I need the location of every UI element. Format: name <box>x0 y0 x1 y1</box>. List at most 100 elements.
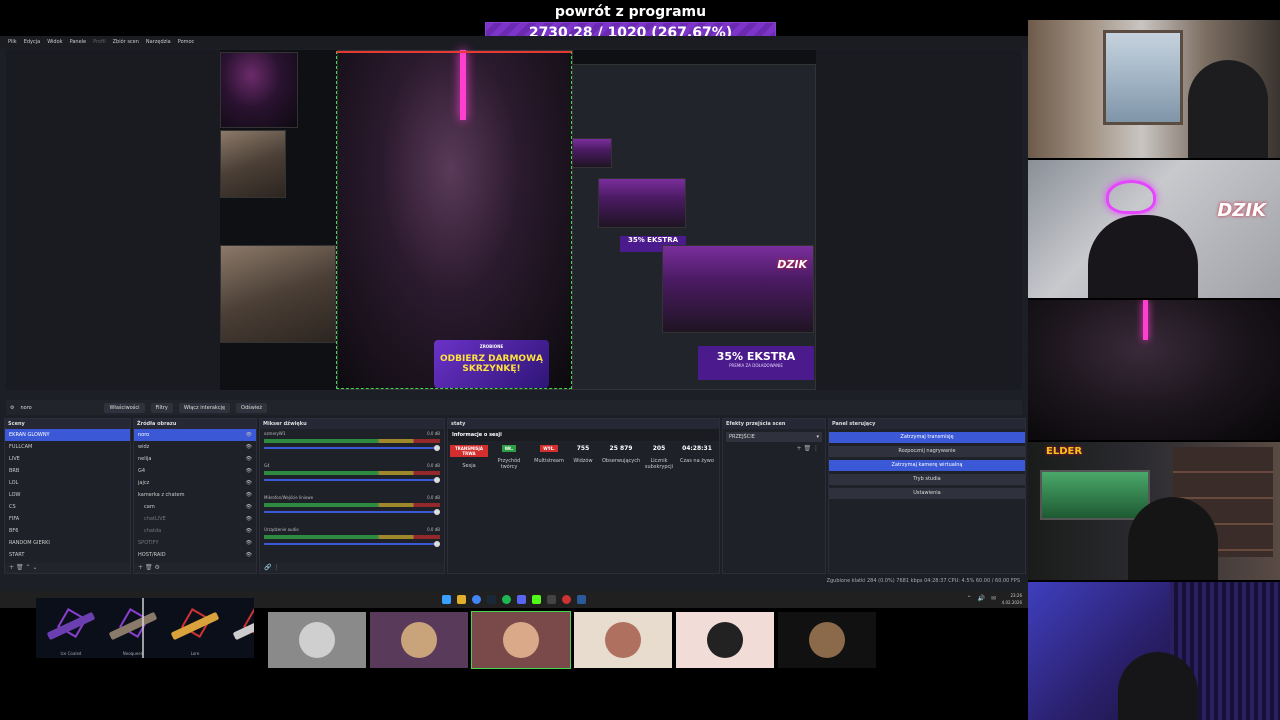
eye-icon[interactable]: 👁 <box>246 453 252 465</box>
source-item[interactable]: chatda 👁 <box>134 525 256 537</box>
stats-dock: staty Informacje o sesji TRANSMISJA TRWA… <box>447 418 720 574</box>
preview-canvas[interactable]: 35% EKSTRA DZIK 35% EKSTRA PREMIA ZA DOŁ… <box>220 50 816 390</box>
obs-preview[interactable]: 35% EKSTRA DZIK 35% EKSTRA PREMIA ZA DOŁ… <box>6 50 1022 390</box>
scene-item[interactable]: BF6 <box>5 525 130 537</box>
source-item[interactable]: HOST/RAID 👁 <box>134 549 256 561</box>
source-item[interactable]: noro 👁 <box>134 429 256 441</box>
volume-slider[interactable] <box>264 445 440 451</box>
remove-icon[interactable]: 🗑 <box>803 445 811 452</box>
eye-icon[interactable]: 👁 <box>246 477 252 489</box>
menu-scene-collection[interactable]: Zbiór scen <box>113 36 139 49</box>
add-icon[interactable]: + <box>797 445 802 452</box>
refresh-button[interactable]: Odśwież <box>236 402 267 413</box>
menu-help[interactable]: Pomoc <box>178 36 195 49</box>
stop-stream-button[interactable]: Zatrzymaj transmisję <box>829 432 1025 443</box>
remove-icon[interactable]: 🗑 <box>145 564 153 571</box>
eye-icon[interactable]: 👁 <box>246 513 252 525</box>
source-item[interactable]: cam 👁 <box>134 501 256 513</box>
more-icon[interactable]: ⋮ <box>273 564 279 571</box>
scene-item[interactable]: BRB <box>5 465 130 477</box>
kick-icon[interactable] <box>532 595 541 604</box>
stat-multistream: WYŁ. Multistream <box>530 445 568 464</box>
eye-icon[interactable]: 👁 <box>246 501 252 513</box>
scene-item[interactable]: FULLCAM <box>5 441 130 453</box>
link-icon[interactable]: 🔗 <box>264 564 271 571</box>
source-label: cam <box>144 504 155 510</box>
source-item[interactable]: G4 👁 <box>134 465 256 477</box>
stat-session: TRANSMISJA TRWA Sesja <box>450 445 488 469</box>
source-item[interactable]: chatLIVE 👁 <box>134 513 256 525</box>
source-item[interactable]: SPOTIFY 👁 <box>134 537 256 549</box>
obs-icon[interactable] <box>547 595 556 604</box>
source-item[interactable]: nelija 👁 <box>134 453 256 465</box>
gear-icon[interactable]: ⚙ <box>155 564 160 571</box>
scene-item[interactable]: EKRAN GLOWNY <box>5 429 130 441</box>
source-group[interactable]: kamerka z chatem 👁 <box>134 489 256 501</box>
eye-icon[interactable]: 👁 <box>246 525 252 537</box>
start-recording-button[interactable]: Rozpocznij nagrywanie <box>829 446 1025 457</box>
scene-item[interactable]: LIVE <box>5 453 130 465</box>
folder-icon[interactable] <box>457 595 466 604</box>
source-label: jajcz <box>138 480 150 486</box>
app-icon[interactable] <box>577 595 586 604</box>
filters-button[interactable]: Filtry <box>150 402 173 413</box>
app-icon[interactable] <box>562 595 571 604</box>
add-icon[interactable]: + <box>138 564 143 571</box>
source-label: SPOTIFY <box>138 540 159 546</box>
eye-icon[interactable]: 👁 <box>246 429 252 441</box>
stop-virtual-camera-button[interactable]: Zatrzymaj kamerę wirtualną <box>829 460 1025 471</box>
transition-select[interactable]: PRZEJŚCIE ▾ <box>726 432 822 442</box>
volume-slider[interactable] <box>264 477 440 483</box>
scene-item[interactable]: FIFA <box>5 513 130 525</box>
properties-button[interactable]: Właściwości <box>104 402 145 413</box>
source-item[interactable]: jajcz 👁 <box>134 477 256 489</box>
eye-icon[interactable]: 👁 <box>246 549 252 561</box>
scene-item[interactable]: LOL <box>5 477 130 489</box>
studio-mode-button[interactable]: Tryb studia <box>829 474 1025 485</box>
chrome-icon[interactable] <box>472 595 481 604</box>
mixer-dock-title: Mikser dźwięku <box>260 419 444 429</box>
goal-title: powrót z programu <box>554 4 707 20</box>
stats-dock-title: staty <box>448 419 719 429</box>
move-up-icon[interactable]: ⌃ <box>26 564 31 571</box>
scene-item[interactable]: LOW <box>5 489 130 501</box>
start-icon[interactable] <box>442 595 451 604</box>
audio-mixer-dock: Mikser dźwięku ozmeryW1 0.0 dB G4 0.0 dB… <box>259 418 445 574</box>
menu-file[interactable]: Plik <box>8 36 17 49</box>
menu-edit[interactable]: Edycja <box>24 36 41 49</box>
scene-item[interactable]: CS <box>5 501 130 513</box>
spotify-icon[interactable] <box>502 595 511 604</box>
remove-icon[interactable]: 🗑 <box>16 564 24 571</box>
eye-icon[interactable]: 👁 <box>246 489 252 501</box>
menu-tools[interactable]: Narzędzia <box>146 36 171 49</box>
scene-item[interactable]: START <box>5 549 130 561</box>
volume-slider[interactable] <box>264 541 440 547</box>
channel-db: 0.0 dB <box>427 527 440 532</box>
selection-bounding-box[interactable] <box>336 51 572 389</box>
webcam-hotel-room <box>1028 20 1280 158</box>
interact-button[interactable]: Włącz interakcję <box>178 402 231 413</box>
volume-slider[interactable] <box>264 509 440 515</box>
discord-icon[interactable] <box>517 595 526 604</box>
eye-icon[interactable]: 👁 <box>246 465 252 477</box>
add-icon[interactable]: + <box>9 564 14 571</box>
mixer-channel: ozmeryW1 0.0 dB <box>260 429 444 461</box>
stat-value: 205 <box>652 445 666 452</box>
steam-icon[interactable] <box>487 595 496 604</box>
move-down-icon[interactable]: ⌄ <box>32 564 37 571</box>
gear-icon[interactable]: ⚙ <box>10 405 14 411</box>
system-tray[interactable]: ⌃ 🔊 ✉ <box>967 595 998 602</box>
stat-live-time: 04:28:31 Czas na żywo <box>678 445 716 464</box>
settings-button[interactable]: Ustawienia <box>829 488 1025 499</box>
scene-item[interactable]: RANDOM GIERKI <box>5 537 130 549</box>
menu-profile[interactable]: Profil <box>93 36 105 49</box>
volume-meter <box>264 471 440 475</box>
eye-icon[interactable]: 👁 <box>246 441 252 453</box>
pip-side-cam <box>220 130 286 198</box>
menu-docks[interactable]: Panele <box>70 36 87 49</box>
menu-view[interactable]: Widok <box>47 36 62 49</box>
source-item[interactable]: widz 👁 <box>134 441 256 453</box>
more-icon[interactable]: ⋮ <box>813 445 819 452</box>
emote-tile <box>268 612 366 668</box>
eye-icon[interactable]: 👁 <box>246 537 252 549</box>
